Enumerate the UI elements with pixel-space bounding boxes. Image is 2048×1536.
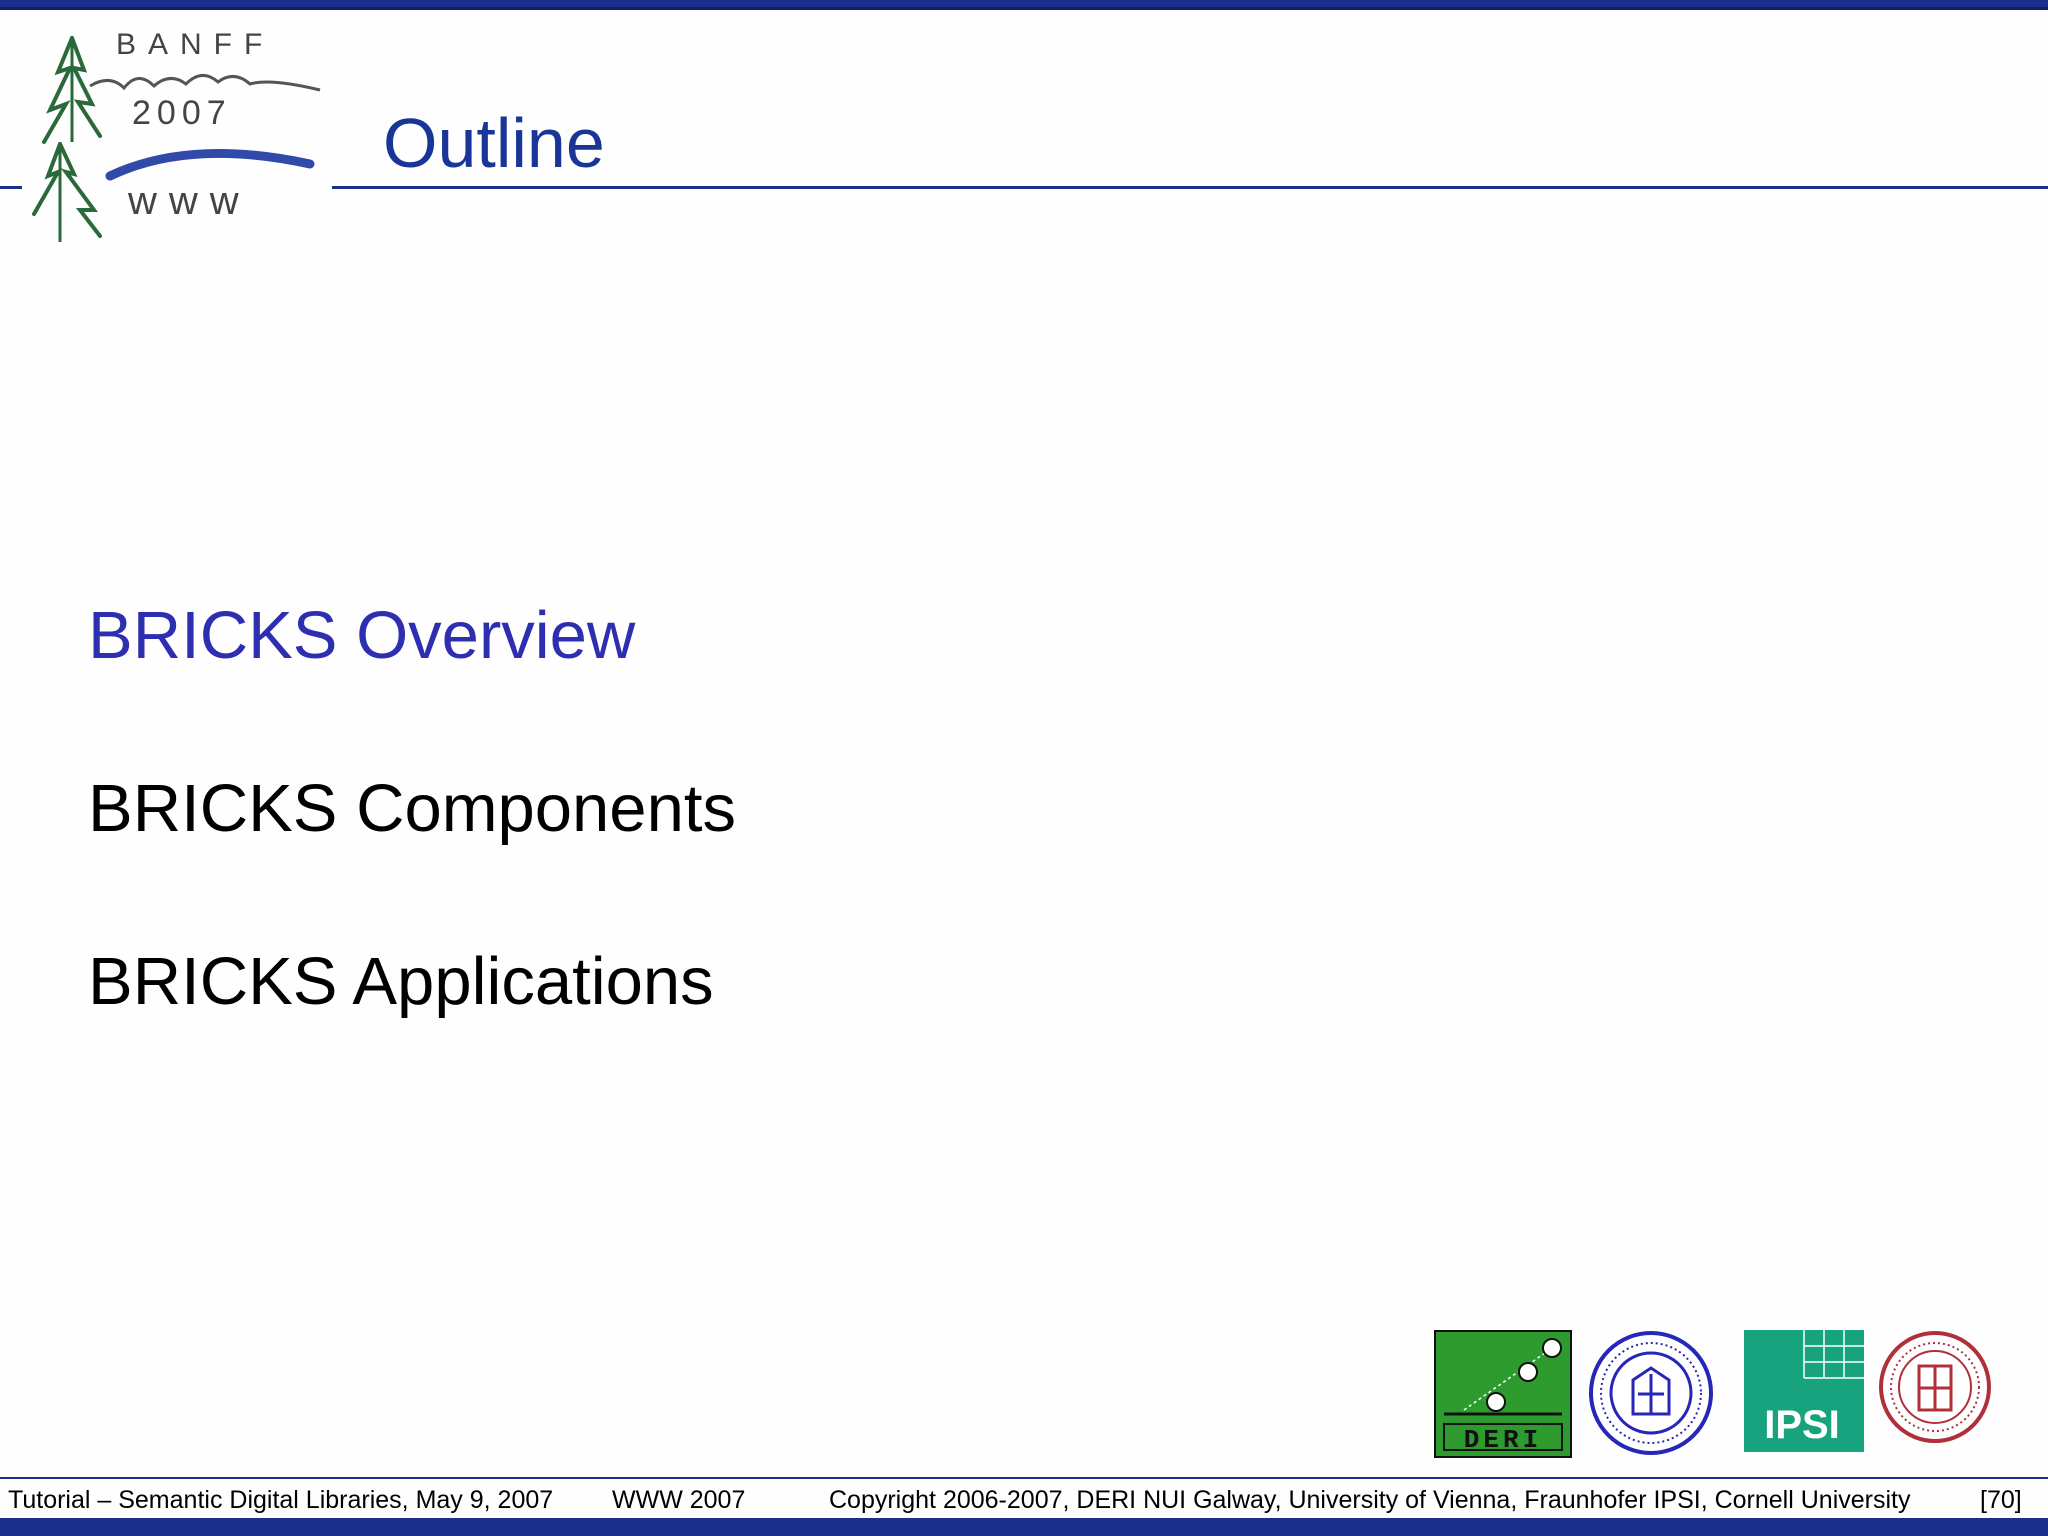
svg-text:IPSI: IPSI (1764, 1403, 1840, 1447)
outline-list: BRICKS Overview BRICKS Components BRICKS… (88, 602, 736, 1121)
outline-item-components: BRICKS Components (88, 771, 736, 846)
outline-item-applications: BRICKS Applications (88, 944, 714, 1019)
footer-conference-text: WWW 2007 (612, 1486, 746, 1514)
bottom-bar (0, 1518, 2048, 1536)
svg-text:BANFF: BANFF (116, 28, 274, 61)
slide-title: Outline (383, 104, 605, 182)
svg-text:www: www (127, 179, 251, 223)
footer-tutorial-text: Tutorial – Semantic Digital Libraries, M… (8, 1486, 554, 1514)
footer: Tutorial – Semantic Digital Libraries, M… (0, 1484, 2048, 1514)
title-rule-left (0, 186, 22, 189)
top-bar (0, 0, 2048, 10)
partner-logos: DERI IPSI (1434, 1330, 1994, 1460)
title-rule (332, 186, 2048, 189)
footer-page-number: [70] (1980, 1486, 2022, 1514)
svg-text:DERI: DERI (1464, 1425, 1542, 1455)
footer-rule (0, 1477, 2048, 1479)
banff-logo-graphic: BANFF 2007 www (32, 28, 321, 242)
deri-logo: DERI (1434, 1330, 1572, 1458)
outline-item-overview: BRICKS Overview (88, 598, 636, 673)
university-of-vienna-seal (1588, 1330, 1714, 1456)
footer-copyright-text: Copyright 2006-2007, DERI NUI Galway, Un… (829, 1486, 1911, 1514)
ipsi-logo: IPSI (1744, 1330, 1864, 1452)
banff-2007-logo: BANFF 2007 www (20, 14, 330, 244)
svg-text:2007: 2007 (132, 94, 232, 132)
cornell-university-seal (1878, 1330, 1992, 1444)
